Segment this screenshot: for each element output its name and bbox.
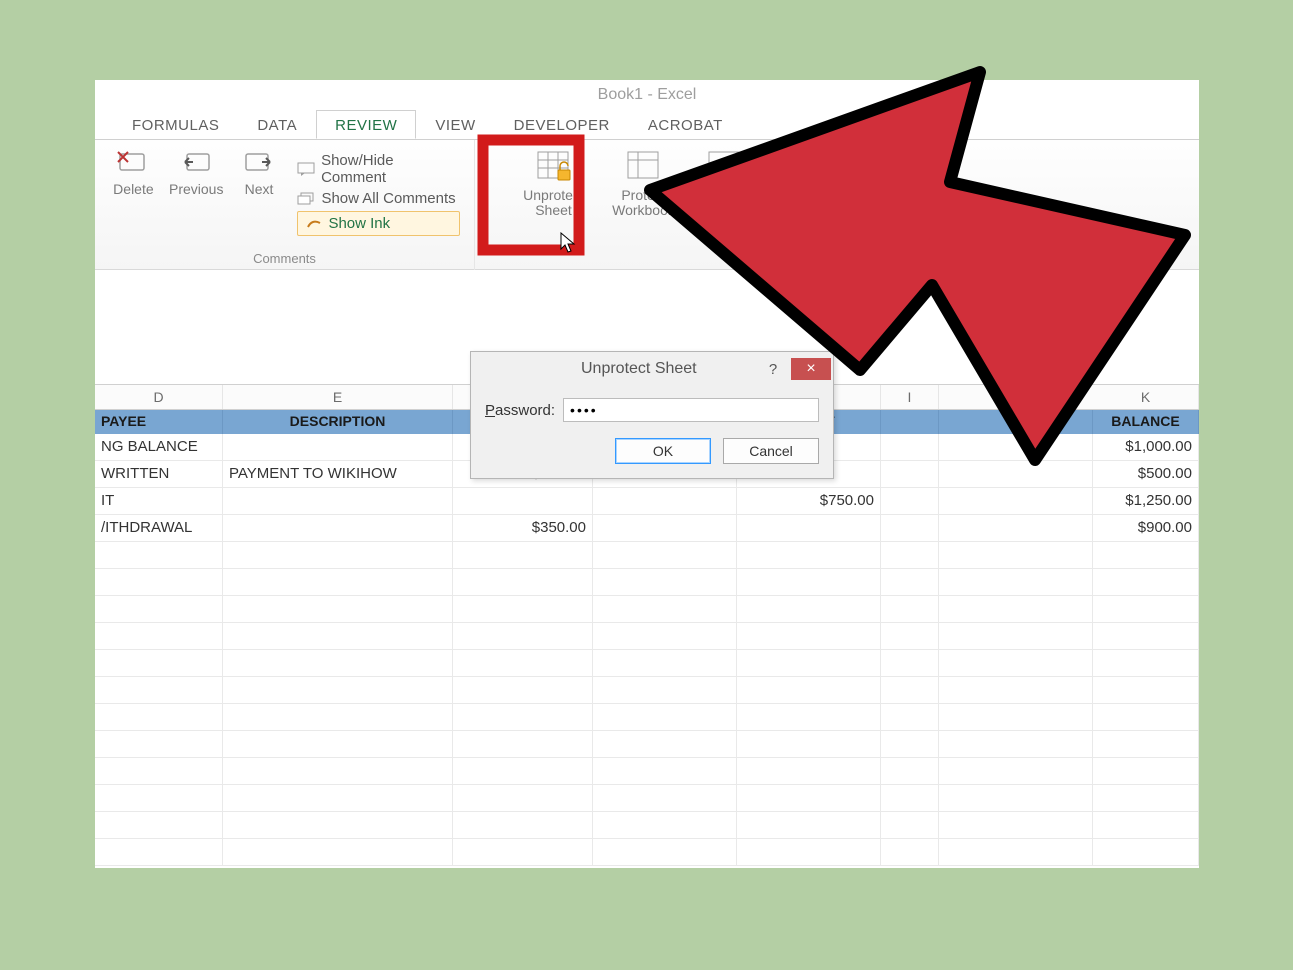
- cell[interactable]: $350.00: [453, 515, 593, 542]
- ink-icon: [306, 217, 322, 231]
- protect-workbook-icon: [624, 148, 664, 184]
- cell[interactable]: PAYMENT TO WIKIHOW: [223, 461, 453, 488]
- dialog-title: Unprotect Sheet: [581, 360, 697, 378]
- previous-icon: [179, 148, 213, 178]
- protect-workbook-button[interactable]: Protect Workbook: [600, 144, 688, 219]
- col-K[interactable]: K: [1093, 385, 1199, 409]
- close-button[interactable]: ×: [791, 358, 831, 380]
- tab-formulas[interactable]: FORMULAS: [113, 110, 238, 139]
- table-row[interactable]: [95, 785, 1199, 812]
- hdr-description: DESCRIPTION: [223, 410, 453, 434]
- cell[interactable]: [939, 434, 1093, 461]
- cell[interactable]: [223, 488, 453, 515]
- table-row[interactable]: [95, 596, 1199, 623]
- show-ink-label: Show Ink: [328, 215, 390, 232]
- table-row[interactable]: IT $750.00 $1,250.00: [95, 488, 1199, 515]
- table-row[interactable]: [95, 569, 1199, 596]
- show-ink-button[interactable]: Show Ink: [297, 211, 460, 236]
- cell[interactable]: [939, 461, 1093, 488]
- previous-comment-button[interactable]: Previous: [166, 144, 227, 244]
- cell[interactable]: /ITHDRAWAL: [95, 515, 223, 542]
- show-hide-label: Show/Hide Comment: [321, 152, 460, 186]
- show-all-label: Show All Comments: [321, 190, 455, 207]
- table-row[interactable]: [95, 677, 1199, 704]
- share-workbook-button[interactable]: [690, 144, 760, 219]
- cell[interactable]: [939, 488, 1093, 515]
- cell[interactable]: [881, 434, 939, 461]
- table-row[interactable]: [95, 704, 1199, 731]
- unprotect-sheet-dialog: Unprotect Sheet ? × Password: OK Cancel: [470, 351, 834, 479]
- delete-label: Delete: [113, 181, 153, 197]
- cell[interactable]: $500.00: [1093, 461, 1199, 488]
- cell[interactable]: [223, 515, 453, 542]
- hdr-in: IN: [939, 410, 1093, 434]
- table-row[interactable]: [95, 731, 1199, 758]
- comments-icon: [297, 192, 315, 206]
- cell[interactable]: [881, 488, 939, 515]
- cell[interactable]: [453, 488, 593, 515]
- ribbon-tabs: FORMULAS DATA REVIEW VIEW DEVELOPER ACRO…: [95, 110, 1199, 140]
- protect-workbook-label: Protect Workbook: [612, 187, 675, 218]
- table-row[interactable]: [95, 650, 1199, 677]
- table-row[interactable]: [95, 812, 1199, 839]
- table-row[interactable]: [95, 839, 1199, 866]
- cell[interactable]: $750.00: [737, 488, 881, 515]
- previous-label: Previous: [169, 181, 223, 197]
- hdr-balance: BALANCE: [1093, 410, 1199, 434]
- cell[interactable]: [939, 515, 1093, 542]
- highlight-box: [477, 134, 585, 256]
- next-icon: [242, 148, 276, 178]
- cell[interactable]: [593, 515, 737, 542]
- cell[interactable]: [223, 434, 453, 461]
- cell[interactable]: [881, 515, 939, 542]
- table-row[interactable]: [95, 623, 1199, 650]
- cell[interactable]: [737, 515, 881, 542]
- cell[interactable]: [593, 488, 737, 515]
- tab-review[interactable]: REVIEW: [316, 110, 416, 139]
- cell[interactable]: IT: [95, 488, 223, 515]
- excel-window: Book1 - Excel FORMULAS DATA REVIEW VIEW …: [95, 80, 1199, 868]
- table-row[interactable]: /ITHDRAWAL $350.00 $900.00: [95, 515, 1199, 542]
- delete-comment-icon: [116, 148, 150, 178]
- help-button[interactable]: ?: [759, 361, 787, 378]
- hdr-payee: PAYEE: [95, 410, 223, 434]
- ribbon-group-comments: Delete Previous Next: [95, 140, 475, 270]
- table-row[interactable]: [95, 758, 1199, 785]
- dialog-titlebar: Unprotect Sheet ? ×: [471, 352, 833, 386]
- comment-icon: [297, 162, 315, 176]
- password-input[interactable]: [563, 398, 819, 422]
- delete-comment-button[interactable]: Delete: [103, 144, 164, 244]
- show-all-comments-button[interactable]: Show All Comments: [297, 190, 460, 207]
- table-row[interactable]: [95, 542, 1199, 569]
- cell[interactable]: $900.00: [1093, 515, 1199, 542]
- hdr-blank: [881, 410, 939, 434]
- cell[interactable]: NG BALANCE: [95, 434, 223, 461]
- col-E[interactable]: E: [223, 385, 453, 409]
- close-icon: ×: [806, 360, 815, 378]
- cell[interactable]: WRITTEN: [95, 461, 223, 488]
- comment-options: Show/Hide Comment Show All Comments Show…: [291, 144, 466, 244]
- comments-group-label: Comments: [253, 251, 316, 268]
- show-hide-comment-button[interactable]: Show/Hide Comment: [297, 152, 460, 186]
- next-label: Next: [245, 181, 274, 197]
- cell[interactable]: $1,000.00: [1093, 434, 1199, 461]
- share-workbook-icon: [705, 148, 745, 184]
- ribbon: Delete Previous Next: [95, 140, 1199, 270]
- col-D[interactable]: D: [95, 385, 223, 409]
- cell[interactable]: $1,250.00: [1093, 488, 1199, 515]
- grid[interactable]: NG BALANCE $1,000.00 WRITTEN PAYMENT TO …: [95, 434, 1199, 866]
- cancel-button[interactable]: Cancel: [723, 438, 819, 464]
- password-label: Password:: [485, 402, 555, 419]
- cell[interactable]: [881, 461, 939, 488]
- tab-acrobat[interactable]: ACROBAT: [629, 110, 742, 139]
- tab-data[interactable]: DATA: [238, 110, 316, 139]
- ok-button[interactable]: OK: [615, 438, 711, 464]
- col-I[interactable]: I: [881, 385, 939, 409]
- window-title: Book1 - Excel: [95, 80, 1199, 110]
- next-comment-button[interactable]: Next: [229, 144, 290, 244]
